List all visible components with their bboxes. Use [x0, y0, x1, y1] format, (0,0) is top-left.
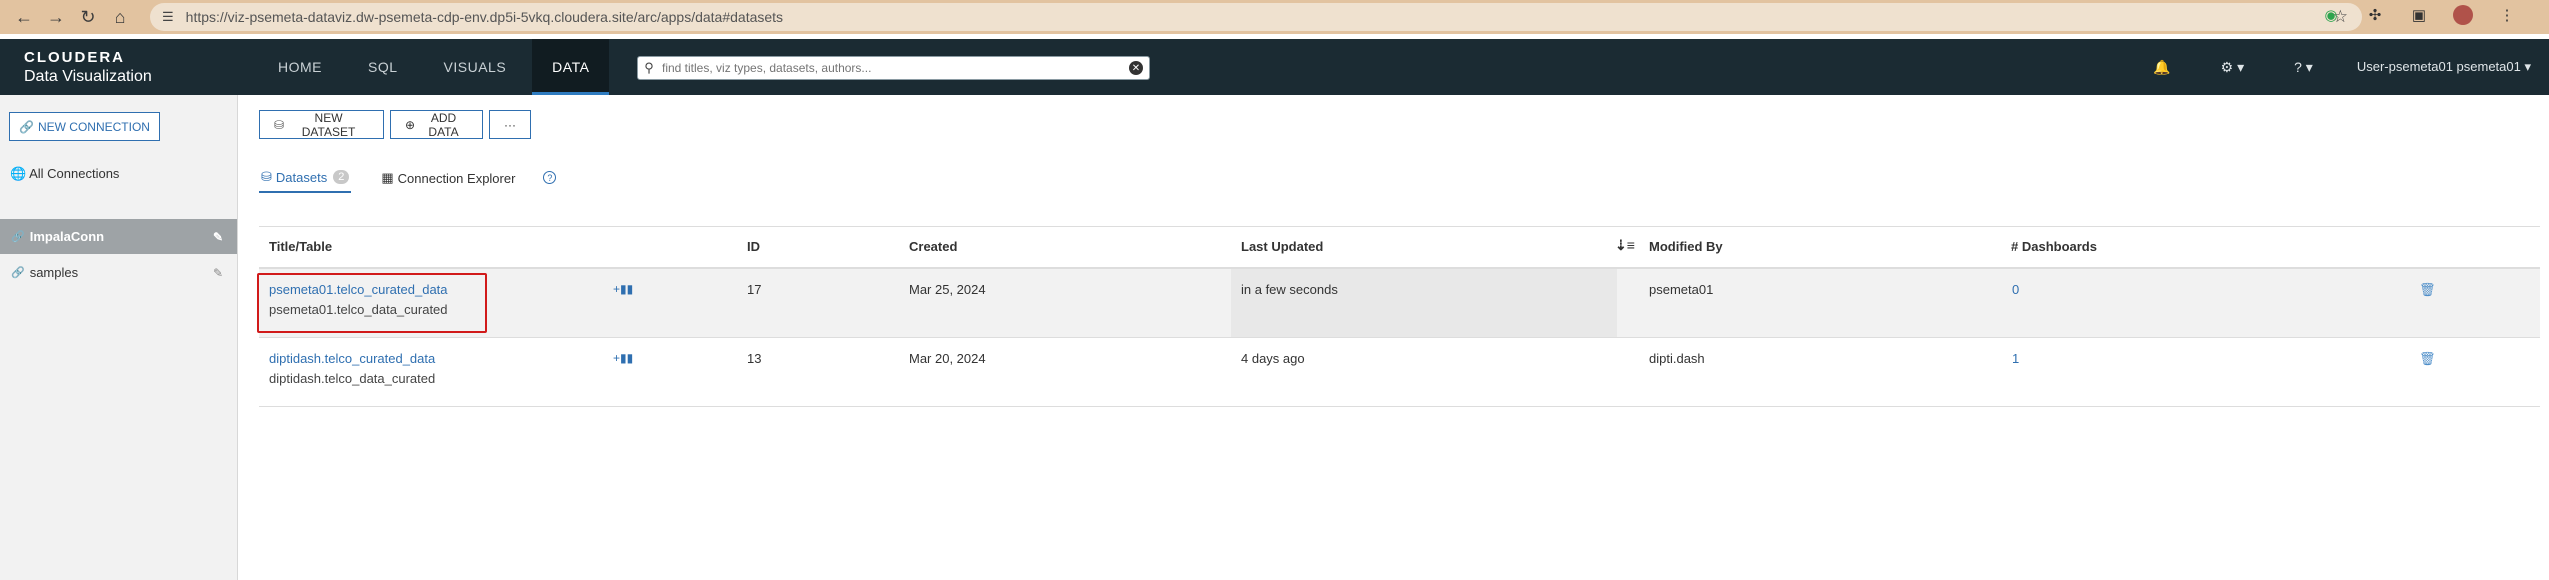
- dataset-last-updated: in a few seconds: [1241, 282, 1338, 297]
- sidepanel-icon[interactable]: ▣: [2409, 5, 2429, 25]
- reload-icon[interactable]: ↻: [74, 3, 102, 31]
- add-data-button[interactable]: ⊕ ADD DATA: [390, 110, 483, 139]
- table-row: diptidash.telco_curated_data diptidash.t…: [259, 338, 2540, 407]
- sorted-column-highlight: [1231, 269, 1617, 337]
- delete-trash-icon[interactable]: 🗑: [2419, 282, 2436, 298]
- help-circle-icon[interactable]: ?: [543, 171, 557, 184]
- datasets-label: Datasets: [275, 169, 328, 185]
- dataset-dashboards-count[interactable]: 1: [2012, 351, 2019, 366]
- dataset-id: 13: [747, 351, 762, 366]
- all-connections-link[interactable]: 🌐 All Connections: [10, 166, 119, 182]
- col-title[interactable]: Title/Table: [269, 239, 332, 254]
- connection-label: samples: [29, 265, 79, 280]
- tab-datasets[interactable]: ⛁ Datasets 2: [259, 163, 352, 193]
- table-row: psemeta01.telco_curated_data psemeta01.t…: [257, 269, 2540, 338]
- cloudera-logo: CLOUDERA: [24, 49, 125, 66]
- tab-data[interactable]: DATA: [532, 39, 610, 95]
- app-header: CLOUDERA Data Visualization HOME SQL VIS…: [0, 39, 2549, 95]
- col-modified-by[interactable]: Modified By: [1649, 239, 1723, 254]
- browser-toolbar: ← → ↻ ⌂ ☰ https://viz-psemeta-dataviz.dw…: [0, 0, 2549, 34]
- connection-item-samples[interactable]: 🔗 samples ✎: [0, 255, 237, 290]
- col-last-updated[interactable]: Last Updated: [1241, 239, 1323, 254]
- new-dashboard-icon[interactable]: +▮▮: [613, 351, 633, 365]
- dataset-icon: ⛁: [261, 169, 272, 184]
- dataset-modified-by: psemeta01: [1649, 282, 1714, 297]
- back-icon[interactable]: ←: [10, 3, 38, 31]
- new-dashboard-icon[interactable]: +▮▮: [613, 282, 633, 296]
- extension-icon[interactable]: ◉: [2321, 5, 2341, 25]
- puzzle-icon[interactable]: ✣: [2365, 5, 2385, 25]
- global-search: ⚲ ✕: [637, 56, 1150, 80]
- connection-item-impalaconn[interactable]: 🔗 ImpalaConn ✎: [0, 219, 237, 254]
- data-tabs: ⛁ Datasets 2 ▦ Connection Explorer ?: [259, 163, 557, 199]
- tab-visuals[interactable]: VISUALS: [424, 39, 527, 95]
- new-dataset-label: NEW DATASET: [301, 110, 356, 139]
- more-actions-button[interactable]: ···: [489, 110, 531, 139]
- edit-pencil-icon[interactable]: ✎: [213, 266, 223, 280]
- forward-icon[interactable]: →: [42, 3, 70, 31]
- plus-circle-icon: ⊕: [405, 117, 416, 132]
- search-input[interactable]: [660, 60, 1129, 76]
- new-connection-label: NEW CONNECTION: [37, 119, 150, 134]
- dataset-toolbar: ⛁ NEW DATASET ⊕ ADD DATA ···: [259, 110, 531, 139]
- new-dataset-button[interactable]: ⛁ NEW DATASET: [259, 110, 384, 139]
- new-connection-button[interactable]: 🔗 NEW CONNECTION: [9, 112, 160, 141]
- brand[interactable]: CLOUDERA Data Visualization: [24, 49, 152, 86]
- settings-gear-icon[interactable]: ⚙ ▾: [2221, 59, 2244, 76]
- connection-explorer-label: Connection Explorer: [397, 170, 516, 186]
- dataset-icon: ⛁: [274, 117, 285, 132]
- connections-sidebar: 🔗 NEW CONNECTION 🌐 All Connections 🔗 Imp…: [0, 95, 238, 580]
- tab-sql[interactable]: SQL: [348, 39, 418, 95]
- home-icon[interactable]: ⌂: [106, 3, 134, 31]
- search-icon: ⚲: [644, 60, 654, 75]
- tab-connection-explorer[interactable]: ▦ Connection Explorer: [381, 163, 515, 193]
- all-connections-label: All Connections: [29, 166, 120, 181]
- dataset-table-name: diptidash.telco_data_curated: [269, 371, 436, 386]
- globe-icon: 🌐: [10, 166, 27, 181]
- col-created[interactable]: Created: [909, 239, 957, 254]
- dataset-modified-by: dipti.dash: [1649, 351, 1705, 366]
- col-id[interactable]: ID: [747, 239, 760, 254]
- menu-dots-icon[interactable]: ⋮: [2497, 5, 2517, 25]
- connection-label: ImpalaConn: [29, 229, 105, 244]
- user-menu[interactable]: User-psemeta01 psemeta01 ▾: [2357, 59, 2531, 75]
- table-header: Title/Table ID Created Last Updated ⇣≡ M…: [259, 227, 2540, 269]
- link-icon: 🔗: [19, 119, 34, 134]
- dataset-table-name: psemeta01.telco_data_curated: [269, 302, 448, 317]
- dataset-dashboards-count[interactable]: 0: [2012, 282, 2019, 297]
- table-icon: ▦: [381, 170, 394, 185]
- sort-desc-icon[interactable]: ⇣≡: [1615, 237, 1635, 254]
- top-nav: HOME SQL VISUALS DATA: [258, 39, 615, 95]
- url-path: /arc/apps/data#datasets: [633, 9, 784, 25]
- dataset-created: Mar 20, 2024: [909, 351, 986, 366]
- link-icon: 🔗: [11, 231, 25, 243]
- col-dashboards[interactable]: # Dashboards: [2011, 239, 2097, 254]
- product-name: Data Visualization: [24, 68, 152, 85]
- help-icon[interactable]: ? ▾: [2294, 59, 2313, 76]
- add-data-label: ADD DATA: [428, 110, 459, 139]
- dataset-id: 17: [747, 282, 762, 297]
- link-icon: 🔗: [11, 267, 25, 279]
- tab-home[interactable]: HOME: [258, 39, 342, 95]
- delete-trash-icon[interactable]: 🗑: [2419, 351, 2436, 367]
- dataset-created: Mar 25, 2024: [909, 282, 986, 297]
- datasets-table: Title/Table ID Created Last Updated ⇣≡ M…: [257, 226, 2540, 407]
- dataset-title-link[interactable]: diptidash.telco_curated_data: [269, 351, 435, 366]
- notifications-bell-icon[interactable]: 🔔: [2153, 59, 2170, 76]
- url-host: https://viz-psemeta-dataviz.dw-psemeta-c…: [185, 9, 634, 25]
- dataset-title-link[interactable]: psemeta01.telco_curated_data: [269, 282, 448, 297]
- edit-pencil-icon[interactable]: ✎: [213, 230, 223, 244]
- datasets-count-badge: 2: [333, 170, 350, 184]
- site-info-icon[interactable]: ☰: [162, 9, 174, 25]
- profile-avatar-icon[interactable]: [2453, 5, 2473, 25]
- clear-search-icon[interactable]: ✕: [1129, 61, 1143, 75]
- header-actions: 🔔 ⚙ ▾ ? ▾ User-psemeta01 psemeta01 ▾: [2103, 39, 2531, 95]
- dataset-last-updated: 4 days ago: [1241, 351, 1305, 366]
- address-bar[interactable]: ☰ https://viz-psemeta-dataviz.dw-psemeta…: [150, 3, 2362, 31]
- extension-icons: ◉ ✣ ▣ ⋮: [2321, 5, 2517, 25]
